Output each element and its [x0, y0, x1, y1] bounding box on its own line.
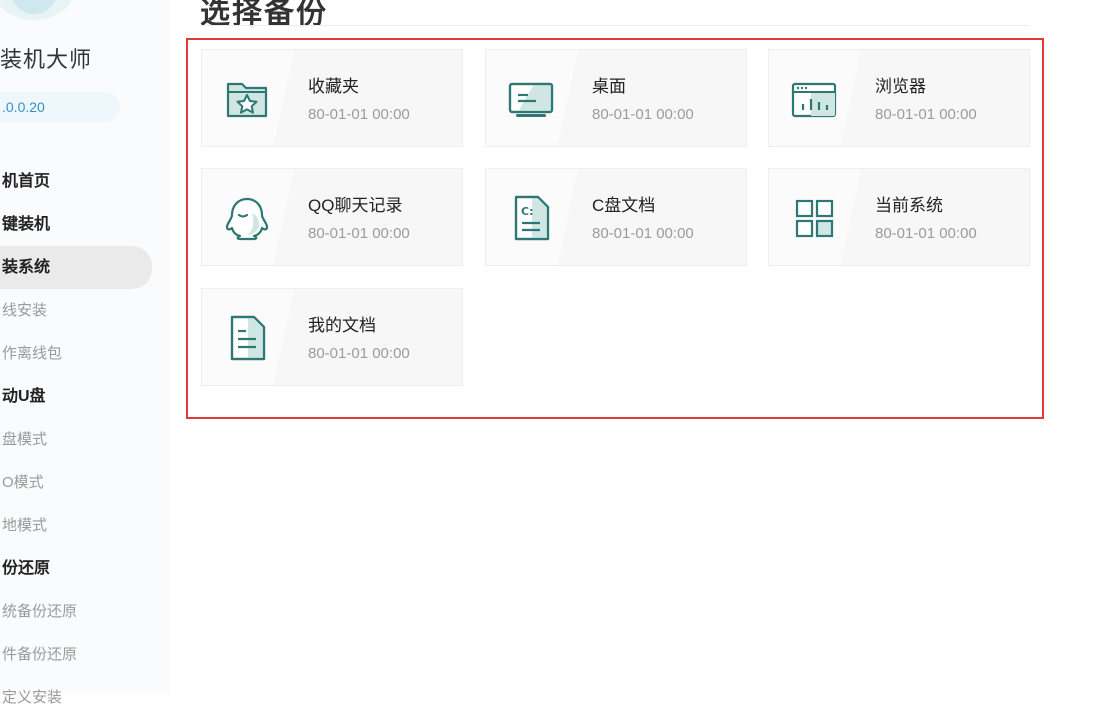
app-logo: [0, 0, 74, 20]
sidebar-item-iso-mode[interactable]: O模式: [0, 461, 170, 504]
page-title: 选择备份: [200, 0, 328, 30]
backup-card-browser[interactable]: 浏览器 80-01-01 00:00: [768, 49, 1030, 147]
title-divider: [200, 25, 1030, 26]
sidebar-item-make-offline-package[interactable]: 作离线包: [0, 332, 170, 375]
backup-time: 80-01-01 00:00: [875, 106, 977, 123]
backup-time: 80-01-01 00:00: [308, 225, 410, 242]
backup-card-current-system[interactable]: 当前系统 80-01-01 00:00: [768, 168, 1030, 266]
backup-name: 桌面: [592, 77, 626, 96]
backup-name: 当前系统: [875, 196, 943, 215]
app-name: 装机大师: [0, 47, 93, 72]
sidebar-item-online-install[interactable]: 线安装: [0, 289, 170, 332]
sidebar-nav: 机首页 键装机 装系统 线安装 作离线包 动U盘 盘模式 O模式 地模式 份还原…: [0, 160, 170, 719]
sidebar-item-home[interactable]: 机首页: [0, 160, 170, 203]
sidebar-item-install-system[interactable]: 装系统: [0, 246, 152, 289]
backup-card-favorites[interactable]: 收藏夹 80-01-01 00:00: [201, 49, 463, 147]
qq-icon: [225, 197, 269, 241]
sidebar: 装机大师 .0.0.20 机首页 键装机 装系统 线安装 作离线包 动U盘 盘模…: [0, 0, 170, 706]
sidebar-item-boot-usb[interactable]: 动U盘: [0, 375, 170, 418]
backup-time: 80-01-01 00:00: [308, 345, 410, 362]
backup-time: 80-01-01 00:00: [308, 106, 410, 123]
backup-card-my-documents[interactable]: 我的文档 80-01-01 00:00: [201, 288, 463, 386]
svg-text:C:: C:: [521, 205, 533, 218]
backup-name: 收藏夹: [308, 77, 359, 96]
favorites-folder-icon: [226, 82, 268, 118]
sidebar-item-backup-restore[interactable]: 份还原: [0, 547, 170, 590]
backup-card-qq-chat[interactable]: QQ聊天记录 80-01-01 00:00: [201, 168, 463, 266]
backup-name: 我的文档: [308, 316, 376, 335]
sidebar-item-file-backup[interactable]: 件备份还原: [0, 633, 170, 676]
browser-icon: [791, 82, 837, 118]
backup-name: 浏览器: [875, 77, 926, 96]
desktop-icon: [508, 82, 554, 117]
document-icon: [230, 315, 266, 361]
backup-card-desktop[interactable]: 桌面 80-01-01 00:00: [485, 49, 747, 147]
backup-time: 80-01-01 00:00: [592, 225, 694, 242]
c-drive-document-icon: C:: [514, 195, 550, 241]
system-grid-icon: [795, 199, 834, 238]
sidebar-item-one-click-install[interactable]: 键装机: [0, 203, 170, 246]
sidebar-item-system-backup[interactable]: 统备份还原: [0, 590, 170, 633]
sidebar-item-usb-mode[interactable]: 盘模式: [0, 418, 170, 461]
backup-time: 80-01-01 00:00: [592, 106, 694, 123]
version-badge: .0.0.20: [0, 92, 120, 122]
backup-card-c-drive-docs[interactable]: C: C盘文档 80-01-01 00:00: [485, 168, 747, 266]
sidebar-item-custom-install[interactable]: 定义安装: [0, 676, 170, 719]
backup-time: 80-01-01 00:00: [875, 225, 977, 242]
backup-name: QQ聊天记录: [308, 196, 403, 215]
backup-name: C盘文档: [592, 196, 656, 215]
sidebar-item-local-mode[interactable]: 地模式: [0, 504, 170, 547]
